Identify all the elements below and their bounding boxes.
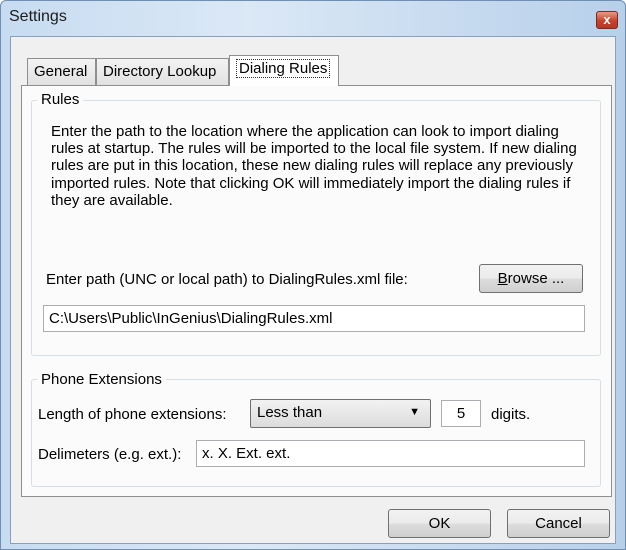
path-label: Enter path (UNC or local path) to Dialin… <box>46 271 408 288</box>
comparison-dropdown[interactable]: Less than ▼ <box>250 399 431 428</box>
rules-legend: Rules <box>37 91 84 108</box>
tab-general[interactable]: General <box>27 58 96 85</box>
ok-button[interactable]: OK <box>388 509 491 538</box>
tab-directory-lookup-label: Directory Lookup <box>103 63 217 80</box>
close-button[interactable]: x <box>596 11 618 29</box>
delimiters-input[interactable]: x. X. Ext. ext. <box>196 440 585 467</box>
tab-directory-lookup[interactable]: Directory Lookup <box>96 58 229 85</box>
browse-button[interactable]: Browse ... <box>479 264 583 293</box>
phone-extensions-group <box>31 379 601 487</box>
title-bar[interactable]: Settings x <box>1 1 625 35</box>
tab-general-label: General <box>34 63 88 80</box>
digits-suffix: digits. <box>491 406 531 423</box>
cancel-button[interactable]: Cancel <box>507 509 610 538</box>
tab-dialing-rules-label: Dialing Rules <box>236 59 331 78</box>
close-icon: x <box>603 12 611 27</box>
window-title: Settings <box>9 8 67 25</box>
delimiters-label: Delimeters (e.g. ext.): <box>38 446 182 463</box>
phone-extensions-legend: Phone Extensions <box>37 371 166 388</box>
rules-description: Enter the path to the location where the… <box>51 123 577 209</box>
digits-input[interactable]: 5 <box>441 400 481 427</box>
tab-dialing-rules[interactable]: Dialing Rules <box>229 55 339 86</box>
comparison-selected-value: Less than <box>257 404 323 421</box>
length-label: Length of phone extensions: <box>38 406 227 423</box>
chevron-down-icon: ▼ <box>409 406 420 418</box>
path-input[interactable]: C:\Users\Public\InGenius\DialingRules.xm… <box>43 305 585 332</box>
